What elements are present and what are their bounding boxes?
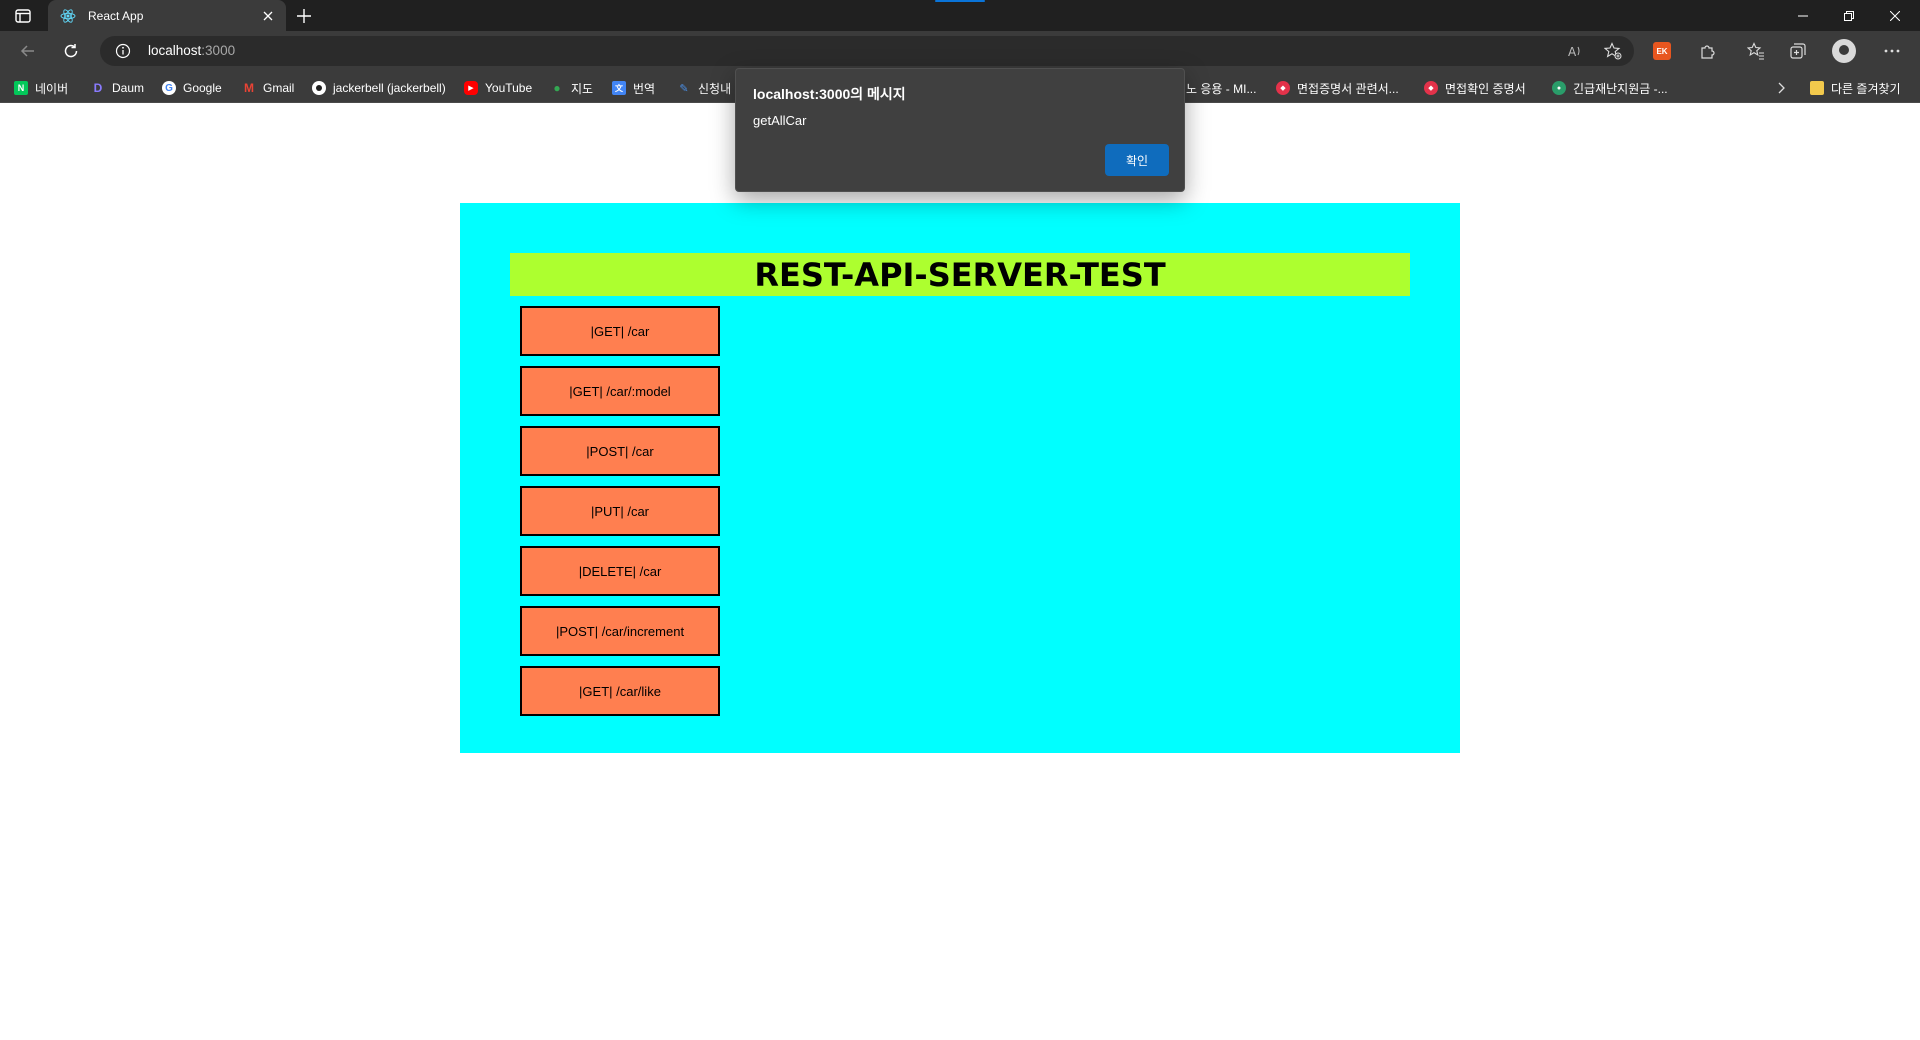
svg-text:A: A [1568, 45, 1577, 59]
tab-react-app[interactable]: React App [48, 0, 286, 31]
bookmark-label: YouTube [485, 81, 533, 95]
back-arrow-icon[interactable] [12, 37, 44, 65]
pen-icon: ✎ [679, 82, 689, 95]
restore-icon[interactable] [1826, 0, 1872, 31]
maps-pin-icon: ● [553, 81, 561, 95]
bookmark-naver[interactable]: N 네이버 [14, 79, 68, 97]
tab-title: React App [88, 8, 144, 23]
read-aloud-icon[interactable]: A [1564, 41, 1586, 61]
bookmark-translate[interactable]: 文 번역 [612, 79, 655, 97]
folder-icon [1810, 81, 1824, 95]
bookmark-label: 지도 [571, 81, 594, 96]
google-icon: G [162, 81, 176, 95]
app-panel: REST-API-SERVER-TEST |GET| /car |GET| /c… [460, 203, 1460, 753]
refresh-icon[interactable] [55, 37, 87, 65]
relief-icon: ● [1552, 81, 1566, 95]
bookmark-label: Google [183, 81, 222, 95]
url-port: :3000 [201, 43, 236, 58]
bookmark-label: Daum [112, 81, 145, 95]
bookmark-application[interactable]: ✎ 신청내 [677, 79, 731, 97]
bookmark-label: jackerbell (jackerbell) [333, 81, 446, 95]
bookmark-maps[interactable]: ● 지도 [550, 79, 593, 97]
gmail-icon: M [244, 81, 254, 95]
url-host: localhost [148, 43, 202, 58]
favorites-icon[interactable] [1740, 37, 1772, 65]
bookmark-google[interactable]: G Google [162, 79, 222, 97]
more-menu-icon[interactable] [1876, 37, 1908, 65]
doc-badge-icon: ◆ [1424, 81, 1438, 95]
collections-icon[interactable] [1782, 37, 1814, 65]
bookmark-label: 네이버 [35, 81, 69, 96]
youtube-icon: ▶ [464, 81, 478, 95]
extension-ek-icon[interactable]: EK [1646, 37, 1678, 65]
daum-icon: D [93, 81, 103, 95]
heading-bar: REST-API-SERVER-TEST [510, 253, 1410, 296]
translate-icon: 文 [612, 81, 626, 95]
add-favorite-icon[interactable] [1602, 41, 1624, 61]
close-tab-icon[interactable] [258, 6, 278, 26]
browser-titlebar: React App [0, 0, 1920, 31]
page-title: REST-API-SERVER-TEST [754, 255, 1166, 294]
dialog-ok-button[interactable]: 확인 [1105, 144, 1169, 176]
bookmark-label: 긴급재난지원금 -... [1573, 81, 1668, 96]
tab-actions-icon[interactable] [12, 6, 34, 26]
bookmark-label: 번역 [633, 81, 656, 96]
bookmark-daum[interactable]: D Daum [91, 79, 144, 97]
bookmark-label: 면접확인 증명서 [1445, 81, 1526, 96]
address-bar[interactable]: localhost:3000 A [100, 36, 1634, 66]
dialog-title: localhost:3000의 메시지 [753, 86, 906, 102]
get-car-like-button[interactable]: |GET| /car/like [520, 666, 720, 716]
bookmarks-overflow-chevron-icon[interactable] [1776, 79, 1786, 97]
bookmark-interview-docs[interactable]: ◆ 면접증명서 관련서... [1276, 79, 1399, 97]
other-favorites-label: 다른 즐겨찾기 [1831, 81, 1901, 96]
bookmark-interview-cert[interactable]: ◆ 면접확인 증명서 [1424, 79, 1526, 97]
close-window-icon[interactable] [1872, 0, 1918, 31]
github-icon [312, 81, 326, 95]
profile-avatar[interactable] [1828, 37, 1860, 65]
minimize-icon[interactable] [1780, 0, 1826, 31]
url-text[interactable]: localhost:3000 [148, 43, 235, 58]
naver-icon: N [14, 81, 28, 95]
new-tab-icon[interactable] [292, 4, 316, 28]
tab-accent-line [935, 0, 985, 2]
bookmark-mi-app[interactable]: 노 응용 - MI... [1186, 79, 1256, 97]
bookmark-gmail[interactable]: M Gmail [242, 79, 294, 97]
get-car-button[interactable]: |GET| /car [520, 306, 720, 356]
dialog-message: getAllCar [753, 113, 807, 128]
site-info-icon[interactable] [114, 42, 132, 60]
avatar-image [1832, 39, 1856, 63]
extension-ek-badge: EK [1653, 42, 1671, 60]
doc-badge-icon: ◆ [1276, 81, 1290, 95]
post-car-button[interactable]: |POST| /car [520, 426, 720, 476]
react-logo-icon [60, 8, 76, 24]
bookmark-label: Gmail [263, 81, 295, 95]
delete-car-button[interactable]: |DELETE| /car [520, 546, 720, 596]
post-car-increment-button[interactable]: |POST| /car/increment [520, 606, 720, 656]
bookmark-youtube[interactable]: ▶ YouTube [464, 79, 532, 97]
put-car-button[interactable]: |PUT| /car [520, 486, 720, 536]
other-favorites[interactable]: 다른 즐겨찾기 [1810, 79, 1901, 97]
bookmark-label: 면접증명서 관련서... [1297, 81, 1399, 96]
get-car-model-button[interactable]: |GET| /car/:model [520, 366, 720, 416]
bookmark-label: 노 응용 - MI... [1186, 81, 1257, 96]
alert-dialog: localhost:3000의 메시지 getAllCar 확인 [735, 68, 1185, 192]
bookmark-github[interactable]: jackerbell (jackerbell) [312, 79, 446, 97]
browser-toolbar: localhost:3000 A EK [0, 31, 1920, 71]
bookmark-relief-fund[interactable]: ● 긴급재난지원금 -... [1552, 79, 1668, 97]
extensions-puzzle-icon[interactable] [1692, 37, 1724, 65]
bookmark-label: 신청내 [698, 81, 732, 96]
